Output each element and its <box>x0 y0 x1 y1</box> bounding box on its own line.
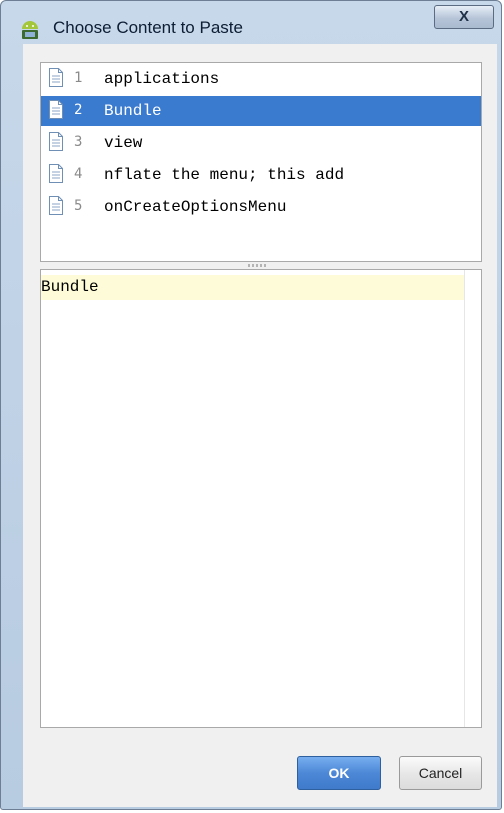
dialog-content: 1 applications 2 Bundle 3 view 4 nflate the men… <box>23 44 497 807</box>
title-bar[interactable]: Choose Content to Paste X <box>1 1 501 43</box>
document-icon <box>49 68 63 87</box>
preview-text: Bundle <box>41 278 99 296</box>
list-item-text: Bundle <box>104 102 162 120</box>
document-icon <box>49 196 63 215</box>
document-icon <box>49 164 63 183</box>
ok-button[interactable]: OK <box>297 756 381 790</box>
list-item-number: 4 <box>74 166 83 182</box>
android-icon <box>22 21 38 39</box>
list-item-number: 5 <box>74 198 83 214</box>
preview-pane[interactable]: Bundle <box>40 269 482 728</box>
list-item[interactable]: 1 applications <box>41 64 481 94</box>
list-item-number: 3 <box>74 134 83 150</box>
list-item-text: nflate the menu; this add <box>104 166 345 184</box>
list-item[interactable]: 3 view <box>41 128 481 158</box>
dialog-title: Choose Content to Paste <box>53 18 243 37</box>
list-item-number: 1 <box>74 70 83 86</box>
list-item-number: 2 <box>74 102 83 118</box>
document-icon <box>49 100 63 119</box>
clipboard-list[interactable]: 1 applications 2 Bundle 3 view 4 nflate the men… <box>40 62 482 262</box>
paste-dialog: Choose Content to Paste X 1 applications 2… <box>0 0 502 810</box>
list-item-text: onCreateOptionsMenu <box>104 198 287 216</box>
list-item[interactable]: 5 onCreateOptionsMenu <box>41 192 481 222</box>
list-item-text: view <box>104 134 143 152</box>
list-item[interactable]: 4 nflate the menu; this add <box>41 160 481 190</box>
close-icon: X <box>458 8 469 25</box>
document-icon <box>49 132 63 151</box>
list-item-text: applications <box>104 70 220 88</box>
list-item[interactable]: 2 Bundle <box>41 96 481 126</box>
close-button[interactable]: X <box>434 5 494 29</box>
preview-current-line: Bundle <box>41 275 464 300</box>
preview-scroll-gutter <box>464 270 465 727</box>
splitter-handle[interactable] <box>248 264 268 267</box>
cancel-button[interactable]: Cancel <box>399 756 482 790</box>
